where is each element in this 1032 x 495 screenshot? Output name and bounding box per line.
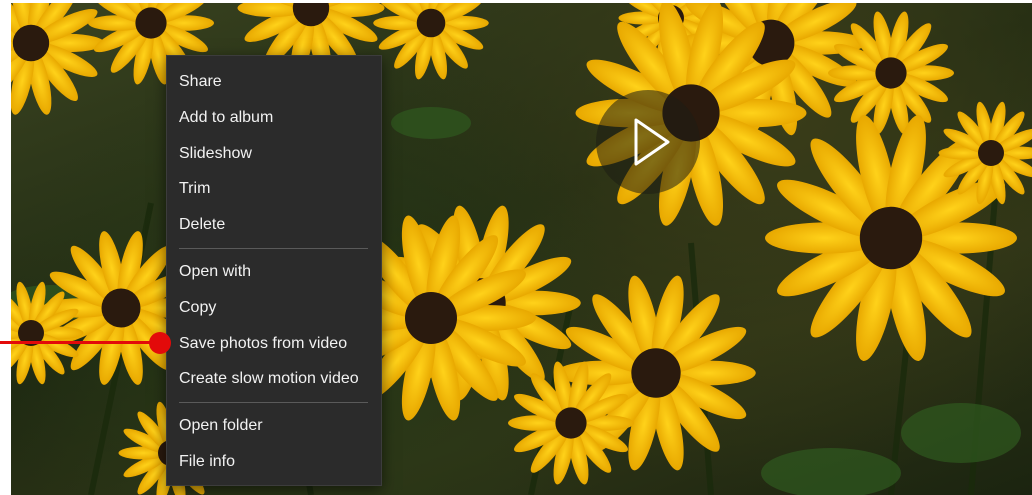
menu-item-share[interactable]: Share (167, 64, 381, 100)
context-menu: Share Add to album Slideshow Trim Delete… (166, 55, 382, 486)
video-frame-sunflowers (11, 3, 1032, 495)
menu-item-file-info[interactable]: File info (167, 444, 381, 480)
play-button[interactable] (596, 90, 700, 194)
menu-item-delete[interactable]: Delete (167, 207, 381, 243)
menu-item-save-photos-from-video[interactable]: Save photos from video (167, 326, 381, 362)
menu-item-create-slow-motion-video[interactable]: Create slow motion video (167, 361, 381, 397)
menu-separator (179, 402, 368, 404)
menu-item-slideshow[interactable]: Slideshow (167, 136, 381, 172)
annotation-pointer-dot (149, 332, 171, 354)
menu-item-add-to-album[interactable]: Add to album (167, 100, 381, 136)
annotation-pointer-line (0, 341, 160, 344)
menu-item-trim[interactable]: Trim (167, 171, 381, 207)
menu-item-open-folder[interactable]: Open folder (167, 408, 381, 444)
video-viewer (11, 3, 1032, 495)
menu-item-copy[interactable]: Copy (167, 290, 381, 326)
menu-item-open-with[interactable]: Open with (167, 254, 381, 290)
play-icon (634, 118, 670, 166)
menu-separator (179, 247, 368, 249)
